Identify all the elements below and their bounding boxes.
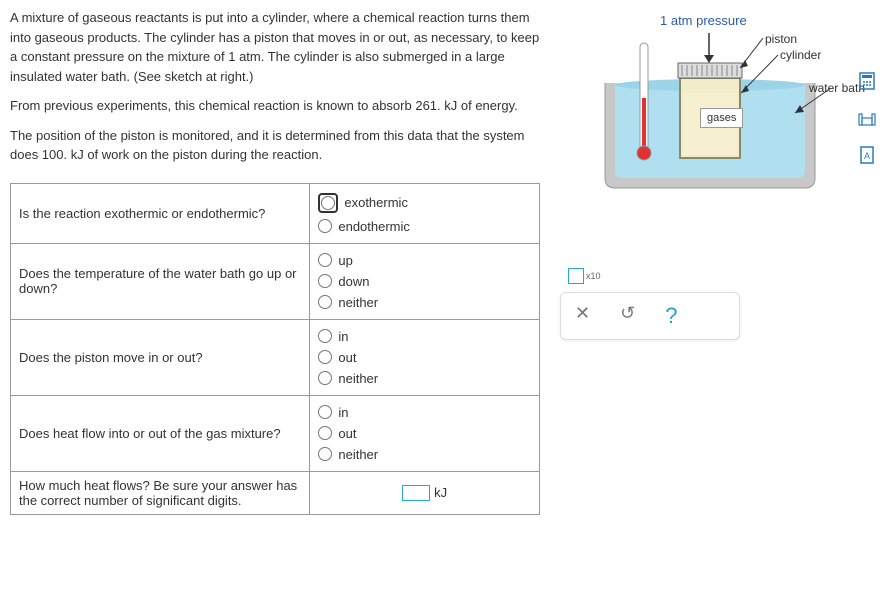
scale-label: x10 (586, 271, 601, 281)
label-temp-up: up (338, 253, 352, 268)
pressure-label: 1 atm pressure (660, 13, 747, 28)
question-piston: Does the piston move in or out? (11, 319, 310, 395)
gases-label: gases (700, 108, 743, 128)
heat-unit: kJ (434, 485, 447, 500)
control-panel: x10 ✕ ↺ ? (560, 260, 740, 340)
label-exothermic: exothermic (344, 195, 408, 210)
answer-table: Is the reaction exothermic or endothermi… (10, 183, 540, 515)
radio-piston-out[interactable] (318, 350, 332, 364)
notes-icon[interactable]: A (856, 144, 878, 166)
svg-text:A: A (864, 151, 870, 161)
question-heat-flow: Does heat flow into or out of the gas mi… (11, 395, 310, 471)
radio-piston-neither[interactable] (318, 371, 332, 385)
radio-temp-down[interactable] (318, 274, 332, 288)
label-piston-out: out (338, 350, 356, 365)
problem-paragraph-2: From previous experiments, this chemical… (10, 96, 550, 116)
label-heat-out: out (338, 426, 356, 441)
label-piston-in: in (338, 329, 348, 344)
label-heat-in: in (338, 405, 348, 420)
label-heat-neither: neither (338, 447, 378, 462)
scale-checkbox[interactable] (568, 268, 584, 284)
question-temperature: Does the temperature of the water bath g… (11, 243, 310, 319)
calculator-icon[interactable] (856, 70, 878, 92)
label-temp-down: down (338, 274, 369, 289)
radio-temp-neither[interactable] (318, 295, 332, 309)
help-button[interactable]: ? (665, 303, 677, 329)
label-endothermic: endothermic (338, 219, 410, 234)
piston-label: piston (765, 32, 797, 46)
radio-exothermic[interactable] (321, 196, 335, 210)
side-toolbar: A (856, 70, 878, 166)
question-heat-amount: How much heat flows? Be sure your answer… (11, 471, 310, 514)
radio-heat-in[interactable] (318, 405, 332, 419)
problem-statement: A mixture of gaseous reactants is put in… (10, 8, 550, 165)
radio-heat-out[interactable] (318, 426, 332, 440)
radio-endothermic[interactable] (318, 219, 332, 233)
label-temp-neither: neither (338, 295, 378, 310)
close-button[interactable]: ✕ (575, 303, 590, 329)
radio-heat-neither[interactable] (318, 447, 332, 461)
periodic-table-icon[interactable] (856, 107, 878, 129)
question-exo-endo: Is the reaction exothermic or endothermi… (11, 183, 310, 243)
radio-piston-in[interactable] (318, 329, 332, 343)
pressure-arrow-icon (703, 33, 715, 63)
problem-paragraph-1: A mixture of gaseous reactants is put in… (10, 8, 550, 86)
cylinder-label: cylinder (780, 48, 821, 62)
heat-amount-input[interactable] (402, 485, 430, 501)
radio-exothermic-highlight (318, 193, 338, 213)
apparatus-diagram: 1 atm pressure piston cylinder water bat… (585, 13, 845, 213)
radio-temp-up[interactable] (318, 253, 332, 267)
label-piston-neither: neither (338, 371, 378, 386)
undo-button[interactable]: ↺ (620, 303, 635, 329)
problem-paragraph-3: The position of the piston is monitored,… (10, 126, 550, 165)
